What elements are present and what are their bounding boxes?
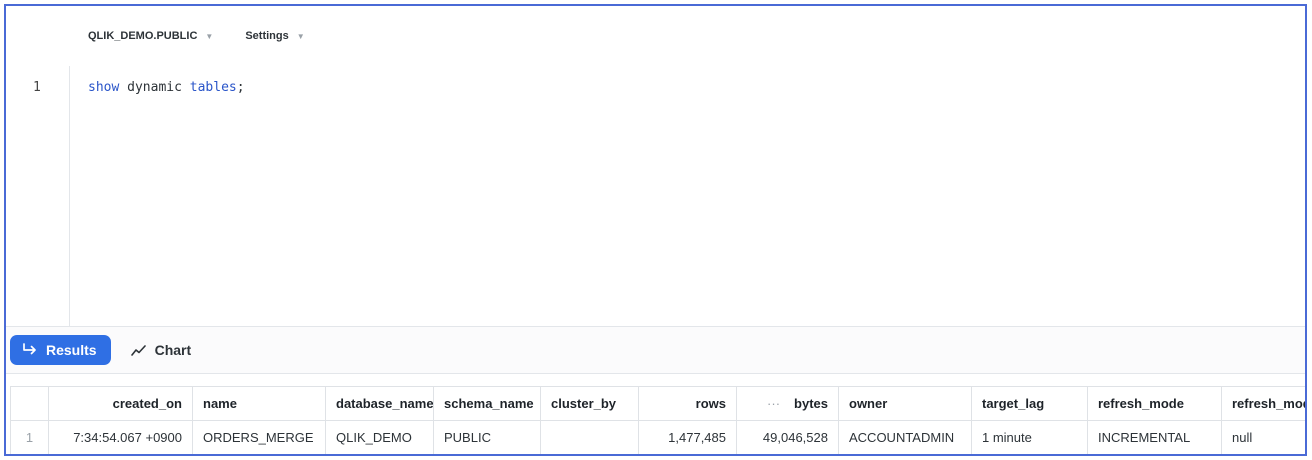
arrow-return-right-icon (22, 343, 38, 357)
cell-bytes[interactable]: 49,046,528 (736, 420, 839, 454)
cell-rows[interactable]: 1,477,485 (638, 420, 737, 454)
column-header-target-lag[interactable]: target_lag (971, 386, 1088, 421)
cell-schema-name[interactable]: PUBLIC (433, 420, 541, 454)
cell-target-lag[interactable]: 1 minute (971, 420, 1088, 454)
column-header-cluster-by[interactable]: cluster_by (540, 386, 639, 421)
line-number-gutter: 1 (6, 66, 70, 326)
column-header-bytes-label: bytes (794, 396, 828, 411)
cell-owner[interactable]: ACCOUNTADMIN (838, 420, 972, 454)
keyword-tables: tables (189, 80, 237, 95)
cell-refresh-mode[interactable]: INCREMENTAL (1087, 420, 1222, 454)
caret-down-icon: ▼ (296, 31, 305, 41)
row-index-header (10, 386, 49, 421)
column-header-rows[interactable]: rows (638, 386, 737, 421)
tab-chart[interactable]: Chart (125, 335, 198, 365)
ellipsis-icon[interactable]: ··· (767, 396, 780, 411)
tab-results-label: Results (46, 342, 97, 358)
context-selector[interactable]: QLIK_DEMO.PUBLIC ▼ (88, 30, 213, 42)
sql-editor[interactable]: 1 show dynamic tables; (6, 66, 1305, 326)
context-label: QLIK_DEMO.PUBLIC (88, 30, 198, 42)
worksheet-frame: QLIK_DEMO.PUBLIC ▼ Settings ▼ 1 show dyn… (4, 4, 1307, 456)
results-tab-bar: Results Chart (6, 326, 1305, 374)
keyword-show: show (88, 80, 120, 95)
cell-name[interactable]: ORDERS_MERGE (192, 420, 326, 454)
caret-down-icon: ▼ (205, 31, 214, 41)
code-line[interactable]: show dynamic tables; (88, 80, 245, 95)
tab-results[interactable]: Results (10, 335, 111, 365)
tab-chart-label: Chart (154, 342, 192, 358)
column-header-refresh-mode[interactable]: refresh_mode (1087, 386, 1222, 421)
settings-label: Settings (245, 30, 289, 42)
column-header-owner[interactable]: owner (838, 386, 972, 421)
worksheet-toolbar: QLIK_DEMO.PUBLIC ▼ Settings ▼ (6, 6, 1305, 66)
column-header-created-on[interactable]: created_on (48, 386, 193, 421)
token-semicolon: ; (236, 80, 245, 95)
settings-menu[interactable]: Settings ▼ (245, 30, 304, 42)
results-grid: created_on name database_name schema_nam… (10, 386, 1305, 454)
cell-refresh-mode-reason[interactable]: null (1221, 420, 1305, 454)
table-row[interactable]: 1 7:34:54.067 +0900 ORDERS_MERGE QLIK_DE… (10, 420, 1305, 454)
grid-header-row: created_on name database_name schema_nam… (10, 386, 1305, 421)
column-header-name[interactable]: name (192, 386, 326, 421)
line-number: 1 (33, 80, 41, 95)
row-index: 1 (10, 420, 49, 454)
column-header-schema-name[interactable]: schema_name (433, 386, 541, 421)
column-header-bytes[interactable]: ··· bytes (736, 386, 839, 421)
column-header-refresh-mode-reason[interactable]: refresh_mode_reason (1221, 386, 1305, 421)
cell-created-on[interactable]: 7:34:54.067 +0900 (48, 420, 193, 454)
column-header-database-name[interactable]: database_name (325, 386, 434, 421)
cell-database-name[interactable]: QLIK_DEMO (325, 420, 434, 454)
cell-cluster-by[interactable] (540, 420, 639, 454)
line-chart-icon (130, 344, 147, 356)
token-dynamic: dynamic (119, 80, 190, 95)
